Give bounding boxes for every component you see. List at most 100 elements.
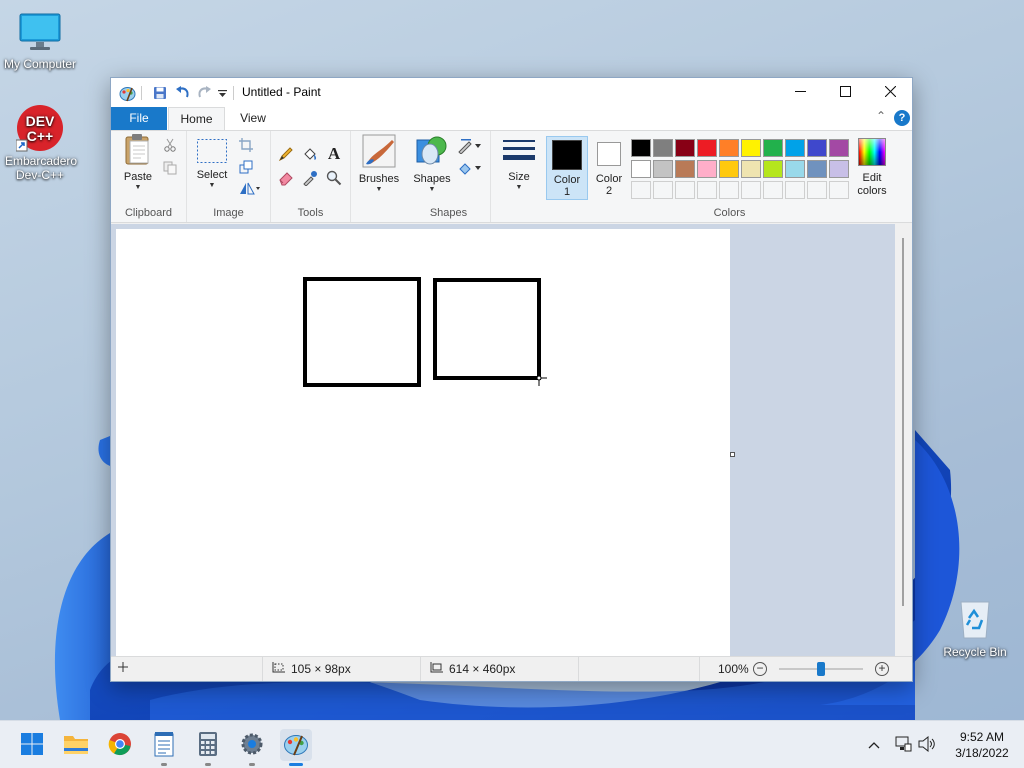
title-bar: Untitled - Paint [111, 78, 912, 107]
collapse-ribbon-icon[interactable]: ⌃ [874, 109, 888, 125]
palette-color-swatch[interactable] [829, 139, 849, 157]
palette-empty-swatch[interactable] [763, 181, 783, 199]
palette-color-swatch[interactable] [763, 160, 783, 178]
rotate-icon[interactable] [237, 179, 263, 197]
paste-button[interactable]: Paste ▼ [119, 134, 157, 192]
tray-overflow-button[interactable] [868, 721, 880, 768]
palette-color-swatch[interactable] [785, 139, 805, 157]
palette-empty-swatch[interactable] [653, 181, 673, 199]
palette-empty-swatch[interactable] [807, 181, 827, 199]
save-icon[interactable] [151, 84, 169, 102]
tab-file[interactable]: File [111, 107, 167, 130]
start-button[interactable] [16, 729, 48, 761]
resize-icon[interactable] [237, 158, 255, 176]
palette-color-swatch[interactable] [719, 160, 739, 178]
volume-icon [918, 735, 936, 755]
palette-color-swatch[interactable] [631, 160, 651, 178]
color-picker-icon[interactable] [301, 169, 319, 187]
copy-icon[interactable] [161, 159, 179, 177]
fill-icon[interactable] [301, 145, 319, 163]
brushes-button[interactable]: Brushes ▼ [355, 134, 403, 194]
paint-app-icon[interactable] [118, 84, 136, 102]
clock-time: 9:52 AM [959, 730, 1005, 744]
eraser-icon[interactable] [277, 169, 295, 187]
running-indicator [205, 763, 211, 766]
magnifier-icon[interactable] [325, 169, 343, 187]
color2-button[interactable]: Color 2 [588, 136, 630, 200]
help-icon[interactable]: ? [894, 110, 910, 126]
taskbar-notepad[interactable] [148, 729, 180, 761]
select-button[interactable]: Select ▼ [193, 134, 231, 190]
drawing-canvas[interactable] [116, 229, 730, 656]
palette-color-swatch[interactable] [763, 139, 783, 157]
paste-icon [119, 134, 157, 169]
clock[interactable]: 9:52 AM 3/18/2022 [944, 729, 1020, 761]
palette-color-swatch[interactable] [697, 160, 717, 178]
color1-label-line1: Color [553, 174, 581, 186]
undo-icon[interactable] [173, 84, 191, 102]
palette-color-swatch[interactable] [675, 160, 695, 178]
tab-view[interactable]: View [229, 107, 277, 130]
desktop-icon-devcpp[interactable]: DEV C++ Embarcadero Dev-C++ [0, 104, 80, 182]
chevron-down-icon: ▼ [375, 186, 383, 193]
edit-colors-button[interactable]: Edit colors [855, 138, 889, 198]
palette-color-swatch[interactable] [675, 139, 695, 157]
palette-empty-swatch[interactable] [829, 181, 849, 199]
desktop-icon-recycle-bin[interactable]: Recycle Bin [935, 598, 1015, 659]
cut-icon[interactable] [161, 136, 179, 154]
pencil-icon[interactable] [277, 145, 295, 163]
taskbar-chrome[interactable] [104, 729, 136, 761]
minimize-button[interactable] [777, 78, 823, 107]
palette-color-swatch[interactable] [741, 160, 761, 178]
fill-shape-icon[interactable] [457, 159, 483, 177]
palette-color-swatch[interactable] [631, 139, 651, 157]
settings-icon [240, 732, 264, 759]
palette-empty-swatch[interactable] [675, 181, 695, 199]
tray-volume[interactable] [918, 721, 936, 768]
outline-icon[interactable] [457, 137, 483, 155]
calculator-icon [198, 731, 218, 760]
palette-empty-swatch[interactable] [697, 181, 717, 199]
zoom-in-button[interactable]: + [875, 662, 889, 676]
palette-color-swatch[interactable] [807, 139, 827, 157]
color1-label-line2: 1 [563, 186, 571, 198]
color1-button[interactable]: Color 1 [546, 136, 588, 200]
resize-handle[interactable] [730, 452, 735, 457]
palette-color-swatch[interactable] [697, 139, 717, 157]
crop-icon[interactable] [237, 136, 255, 154]
tab-home[interactable]: Home [168, 107, 225, 130]
palette-color-swatch[interactable] [741, 139, 761, 157]
size-button[interactable]: Size ▼ [495, 134, 543, 192]
vertical-scrollbar[interactable] [895, 224, 912, 656]
color1-swatch [552, 140, 582, 170]
minimize-icon [794, 86, 806, 100]
shapes-button[interactable]: Shapes ▼ [411, 134, 453, 194]
drawn-rectangle [303, 277, 421, 387]
zoom-slider-thumb[interactable] [817, 662, 825, 676]
scrollbar-thumb[interactable] [902, 238, 904, 606]
zoom-out-button[interactable]: − [753, 662, 767, 676]
palette-empty-swatch[interactable] [631, 181, 651, 199]
palette-empty-swatch[interactable] [785, 181, 805, 199]
desktop-icon-my-computer[interactable]: My Computer [0, 12, 80, 71]
taskbar-calculator[interactable] [192, 729, 224, 761]
text-icon[interactable]: A [325, 144, 343, 163]
maximize-button[interactable] [822, 78, 868, 107]
palette-color-swatch[interactable] [785, 160, 805, 178]
palette-color-swatch[interactable] [719, 139, 739, 157]
palette-empty-swatch[interactable] [741, 181, 761, 199]
taskbar-file-explorer[interactable] [60, 729, 92, 761]
tray-network[interactable] [894, 721, 912, 768]
taskbar-paint[interactable] [280, 729, 312, 761]
palette-empty-swatch[interactable] [719, 181, 739, 199]
taskbar-settings[interactable] [236, 729, 268, 761]
palette-color-swatch[interactable] [807, 160, 827, 178]
palette-color-swatch[interactable] [829, 160, 849, 178]
palette-color-swatch[interactable] [653, 139, 673, 157]
redo-icon[interactable] [195, 84, 213, 102]
chevron-down-icon: ▼ [134, 184, 142, 191]
start-icon [20, 732, 44, 759]
palette-color-swatch[interactable] [653, 160, 673, 178]
close-button[interactable] [867, 78, 913, 107]
customize-dropdown-icon[interactable] [215, 84, 229, 102]
